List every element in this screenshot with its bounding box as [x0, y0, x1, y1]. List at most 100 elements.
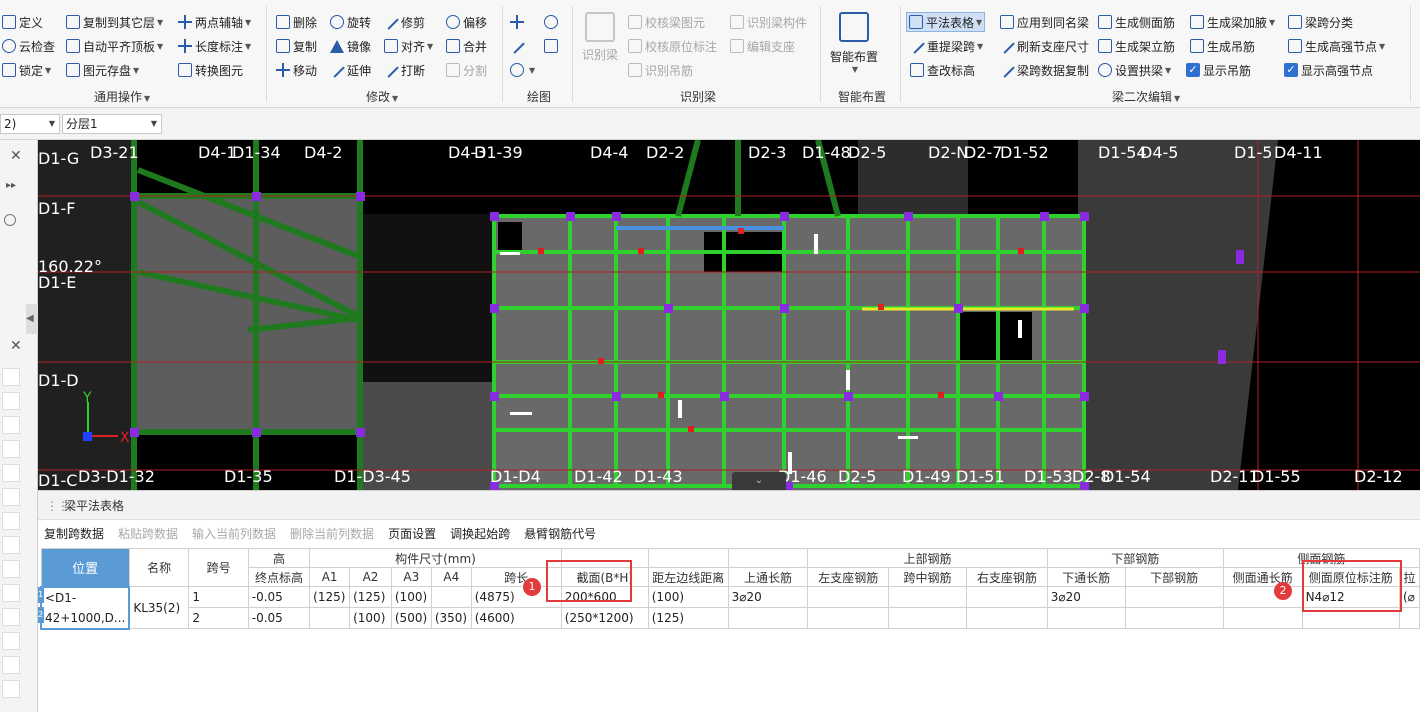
cell-right-support[interactable]: [966, 586, 1048, 608]
copy-button[interactable]: 复制: [276, 36, 317, 56]
circle-tool[interactable]: [544, 12, 561, 32]
list-item[interactable]: [2, 632, 20, 650]
list-item[interactable]: [2, 392, 20, 410]
show-hanger-checkbox[interactable]: ✓ 显示吊筋: [1186, 60, 1251, 80]
save-element-button[interactable]: 图元存盘 ▼: [66, 60, 139, 80]
col-a2[interactable]: A2: [349, 567, 392, 587]
paste-span-data-button[interactable]: 粘贴跨数据: [118, 525, 178, 542]
col-a3[interactable]: A3: [390, 567, 432, 587]
cell-left-support[interactable]: [807, 607, 890, 629]
layer-combo[interactable]: 分层1 ▼: [62, 114, 162, 134]
re-extract-span-button[interactable]: 重提梁跨 ▼: [909, 36, 983, 56]
cell-span[interactable]: 2: [188, 607, 249, 629]
cantilever-code-button[interactable]: 悬臂钢筋代号: [524, 525, 596, 542]
cell-a3[interactable]: (500): [390, 607, 432, 629]
copy-to-floor-button[interactable]: 复制到其它层 ▼: [66, 12, 163, 32]
two-point-axis-button[interactable]: 两点辅轴 ▼: [178, 12, 251, 32]
row-index[interactable]: 2: [38, 607, 44, 623]
cell-span[interactable]: 1: [188, 586, 249, 608]
rotate-button[interactable]: 旋转: [330, 12, 371, 32]
cell-end-elevation[interactable]: -0.05: [247, 586, 311, 608]
col-a1[interactable]: A1: [309, 567, 351, 587]
cell-bottom-rebar[interactable]: [1124, 607, 1224, 629]
move-button[interactable]: 移动: [276, 60, 317, 80]
cell-a4[interactable]: (350): [430, 607, 472, 629]
list-item[interactable]: [2, 656, 20, 674]
check-elevation-button[interactable]: 查改标高: [910, 60, 975, 80]
set-arch-button[interactable]: 设置拱梁 ▼: [1098, 60, 1171, 80]
row-index[interactable]: 1: [38, 587, 44, 603]
cell-mid-span[interactable]: [888, 607, 967, 629]
cell-bottom-through[interactable]: 3⌀20: [1046, 586, 1126, 608]
col-position[interactable]: 位置: [40, 548, 130, 587]
search-icon[interactable]: [4, 214, 16, 226]
offset-button[interactable]: 偏移: [446, 12, 487, 32]
mirror-button[interactable]: 镜像: [330, 36, 371, 56]
cad-drawing-canvas[interactable]: D1-G D1-F D1-E D1-D D1-C 160.22° D3-21 D…: [38, 140, 1420, 490]
cell-bottom-rebar[interactable]: [1124, 586, 1224, 608]
cell-bottom-through[interactable]: [1046, 607, 1126, 629]
list-item[interactable]: [2, 416, 20, 434]
list-item[interactable]: [2, 584, 20, 602]
delete-button[interactable]: 删除: [276, 12, 317, 32]
cell-a3[interactable]: (100): [390, 586, 432, 608]
close-icon[interactable]: ✕: [10, 148, 22, 164]
flat-table-button[interactable]: 平法表格 ▼: [906, 12, 986, 32]
recognize-beam-comp-button[interactable]: 识别梁构件: [730, 12, 807, 32]
smart-layout-button[interactable]: 智能布置 ▼: [826, 12, 882, 74]
recognize-hanger-button[interactable]: 识别吊筋: [628, 60, 693, 80]
cell-name[interactable]: KL35(2): [128, 586, 190, 629]
span-class-button[interactable]: 梁跨分类: [1288, 12, 1353, 32]
cell-edge-distance[interactable]: (100): [647, 586, 729, 608]
col-end-elevation[interactable]: 终点标高: [247, 567, 311, 587]
break-button[interactable]: 打断: [383, 60, 425, 80]
col-side-through[interactable]: 侧面通长筋: [1222, 567, 1303, 587]
cloud-check-button[interactable]: 云检查: [2, 36, 55, 56]
cell-right-support[interactable]: [966, 607, 1048, 629]
collapse-handle[interactable]: ◀: [26, 304, 38, 334]
cell-a2[interactable]: (125): [349, 586, 392, 608]
col-bottom-through[interactable]: 下通长筋: [1046, 567, 1126, 587]
define-button[interactable]: 定义: [2, 12, 43, 32]
gen-hanger-button[interactable]: 生成吊筋: [1190, 36, 1255, 56]
cell-a4[interactable]: [430, 586, 472, 608]
collapse-panel-chevron-icon[interactable]: ⌄: [732, 472, 786, 490]
col-name[interactable]: 名称: [128, 548, 190, 587]
table-row[interactable]: 2 -0.05 (100) (500) (350) (4600) (250*12…: [41, 607, 1420, 629]
swap-start-span-button[interactable]: 调换起始跨: [450, 525, 510, 542]
cell-left-support[interactable]: [807, 586, 890, 608]
cell-top-through[interactable]: [727, 607, 809, 629]
cell-a2[interactable]: (100): [349, 607, 392, 629]
page-setup-button[interactable]: 页面设置: [388, 525, 436, 542]
col-a4[interactable]: A4: [430, 567, 472, 587]
point-tool[interactable]: [510, 12, 527, 32]
cell-span-length[interactable]: (4600): [470, 607, 562, 629]
check-beam-elem-button[interactable]: 校核梁图元: [628, 12, 705, 32]
auto-align-top-button[interactable]: 自动平齐顶板 ▼: [66, 36, 163, 56]
cell-side-through[interactable]: [1222, 607, 1303, 629]
col-extra[interactable]: 拉: [1398, 567, 1420, 587]
cell-mid-span[interactable]: [888, 586, 967, 608]
list-item[interactable]: [2, 608, 20, 626]
cell-extra[interactable]: [1398, 607, 1420, 629]
convert-element-button[interactable]: 转换图元: [178, 60, 243, 80]
col-top-through[interactable]: 上通长筋: [727, 567, 809, 587]
col-left-support[interactable]: 左支座钢筋: [807, 567, 890, 587]
input-column-data-button[interactable]: 输入当前列数据: [192, 525, 276, 542]
rect-tool[interactable]: [544, 36, 561, 56]
merge-button[interactable]: 合并: [446, 36, 487, 56]
drag-handle-icon[interactable]: ⋮⋮: [46, 491, 69, 521]
recognize-beam-button[interactable]: 识别梁: [578, 12, 622, 63]
apply-same-name-button[interactable]: 应用到同名梁: [1000, 12, 1089, 32]
floor-combo[interactable]: 2) ▼: [0, 114, 60, 134]
edit-support-button[interactable]: 编辑支座: [730, 36, 795, 56]
cell-a1[interactable]: [309, 607, 351, 629]
gen-strong-node-button[interactable]: 生成高强节点 ▼: [1288, 36, 1385, 56]
list-item[interactable]: [2, 488, 20, 506]
copy-span-data-button[interactable]: 梁跨数据复制: [999, 60, 1089, 80]
col-right-support[interactable]: 右支座钢筋: [966, 567, 1048, 587]
list-item[interactable]: [2, 680, 20, 698]
cell-a1[interactable]: (125): [309, 586, 351, 608]
list-item[interactable]: [2, 464, 20, 482]
col-span-no[interactable]: 跨号: [188, 548, 249, 587]
